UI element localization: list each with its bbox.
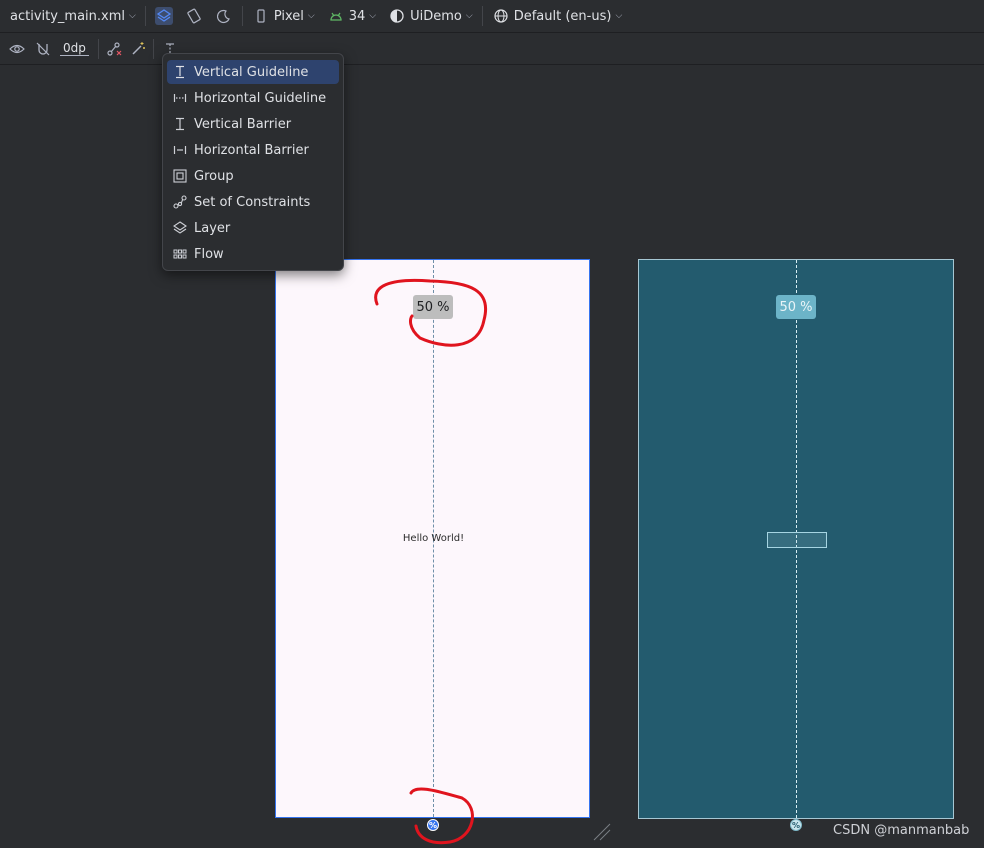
menu-item-label: Group xyxy=(194,168,234,184)
magnet-off-icon xyxy=(34,40,52,58)
file-selector[interactable]: activity_main.xml ⌵ xyxy=(0,3,142,29)
menu-item-set-of-constraints[interactable]: Set of Constraints xyxy=(167,190,339,214)
chevron-down-icon: ⌵ xyxy=(369,11,377,21)
android-icon xyxy=(327,7,345,25)
guideline-handle[interactable]: % xyxy=(427,819,439,831)
watermark: CSDN @manmanbab xyxy=(833,823,970,838)
menu-item-horizontal-barrier[interactable]: Horizontal Barrier xyxy=(167,138,339,162)
menu-item-label: Set of Constraints xyxy=(194,194,311,210)
chevron-down-icon: ⌵ xyxy=(465,11,473,21)
guideline-percent-badge[interactable]: 50 % xyxy=(776,295,816,319)
chevron-down-icon: ⌵ xyxy=(129,11,136,21)
horizontal-guideline-icon xyxy=(173,91,187,105)
menu-item-vertical-barrier[interactable]: Vertical Barrier xyxy=(167,112,339,136)
globe-icon xyxy=(492,7,510,25)
locale-selector[interactable]: Default (en-us) ⌵ xyxy=(486,3,629,29)
api-level: 34 xyxy=(348,8,366,24)
orientation-button[interactable] xyxy=(179,3,209,29)
divider xyxy=(481,6,483,26)
divider xyxy=(97,38,99,59)
theme-icon xyxy=(388,7,406,25)
layers-icon xyxy=(154,7,173,25)
chevron-down-icon: ⌵ xyxy=(615,11,623,21)
moon-icon xyxy=(215,7,233,25)
divider xyxy=(152,38,154,59)
rotate-icon xyxy=(185,7,203,25)
menu-item-label: Flow xyxy=(194,246,224,262)
eye-icon xyxy=(8,40,26,58)
hello-world-blueprint-box[interactable] xyxy=(767,532,827,548)
clear-constraints-icon xyxy=(105,40,123,58)
api-level-selector[interactable]: 34 ⌵ xyxy=(321,3,382,29)
chevron-down-icon: ⌵ xyxy=(307,11,315,21)
editor-toolbar: activity_main.xml ⌵ Pixel ⌵ 34 ⌵ UiDemo … xyxy=(0,0,984,33)
group-icon xyxy=(173,169,187,183)
menu-item-label: Horizontal Barrier xyxy=(194,142,309,158)
divider xyxy=(241,6,243,26)
phone-icon xyxy=(252,7,270,25)
resize-handle-icon[interactable] xyxy=(592,822,612,842)
magic-wand-icon xyxy=(129,40,147,58)
menu-item-flow[interactable]: Flow xyxy=(167,242,339,266)
hello-world-textview[interactable]: Hello World! xyxy=(276,533,591,544)
layer-icon xyxy=(173,221,187,235)
menu-item-label: Vertical Guideline xyxy=(194,64,309,80)
default-margin-field[interactable]: 0dp xyxy=(54,36,95,62)
infer-constraints-button[interactable] xyxy=(126,36,150,62)
layout-toolbar: 0dp xyxy=(0,33,984,65)
night-mode-button[interactable] xyxy=(209,3,239,29)
guidelines-menu: Vertical Guideline Horizontal Guideline … xyxy=(162,53,344,271)
device-name: Pixel xyxy=(273,8,304,24)
device-selector[interactable]: Pixel ⌵ xyxy=(246,3,321,29)
menu-item-vertical-guideline[interactable]: Vertical Guideline xyxy=(167,60,339,84)
locale-name: Default (en-us) xyxy=(513,8,612,24)
constraints-icon xyxy=(173,195,187,209)
menu-item-group[interactable]: Group xyxy=(167,164,339,188)
default-margin-value: 0dp xyxy=(60,41,89,56)
menu-item-label: Horizontal Guideline xyxy=(194,90,327,106)
view-options-button[interactable] xyxy=(0,36,32,62)
guideline-percent-badge[interactable]: 50 % xyxy=(413,295,453,319)
flow-icon xyxy=(173,247,187,261)
design-surface-button[interactable] xyxy=(149,3,179,29)
vertical-guideline-icon xyxy=(173,65,187,79)
design-view-screen[interactable]: 50 % Hello World! xyxy=(275,259,590,818)
divider xyxy=(144,6,146,26)
menu-item-horizontal-guideline[interactable]: Horizontal Guideline xyxy=(167,86,339,110)
theme-selector[interactable]: UiDemo ⌵ xyxy=(382,3,479,29)
theme-name: UiDemo xyxy=(410,8,462,24)
menu-item-label: Vertical Barrier xyxy=(194,116,292,132)
vertical-barrier-icon xyxy=(173,117,187,131)
blueprint-view-screen[interactable]: 50 % xyxy=(638,259,954,819)
clear-constraints-button[interactable] xyxy=(102,36,126,62)
menu-item-layer[interactable]: Layer xyxy=(167,216,339,240)
guideline-handle[interactable]: % xyxy=(790,819,802,831)
file-name: activity_main.xml xyxy=(10,8,126,24)
autoconnect-toggle[interactable] xyxy=(32,36,54,62)
menu-item-label: Layer xyxy=(194,220,231,236)
horizontal-barrier-icon xyxy=(173,143,187,157)
